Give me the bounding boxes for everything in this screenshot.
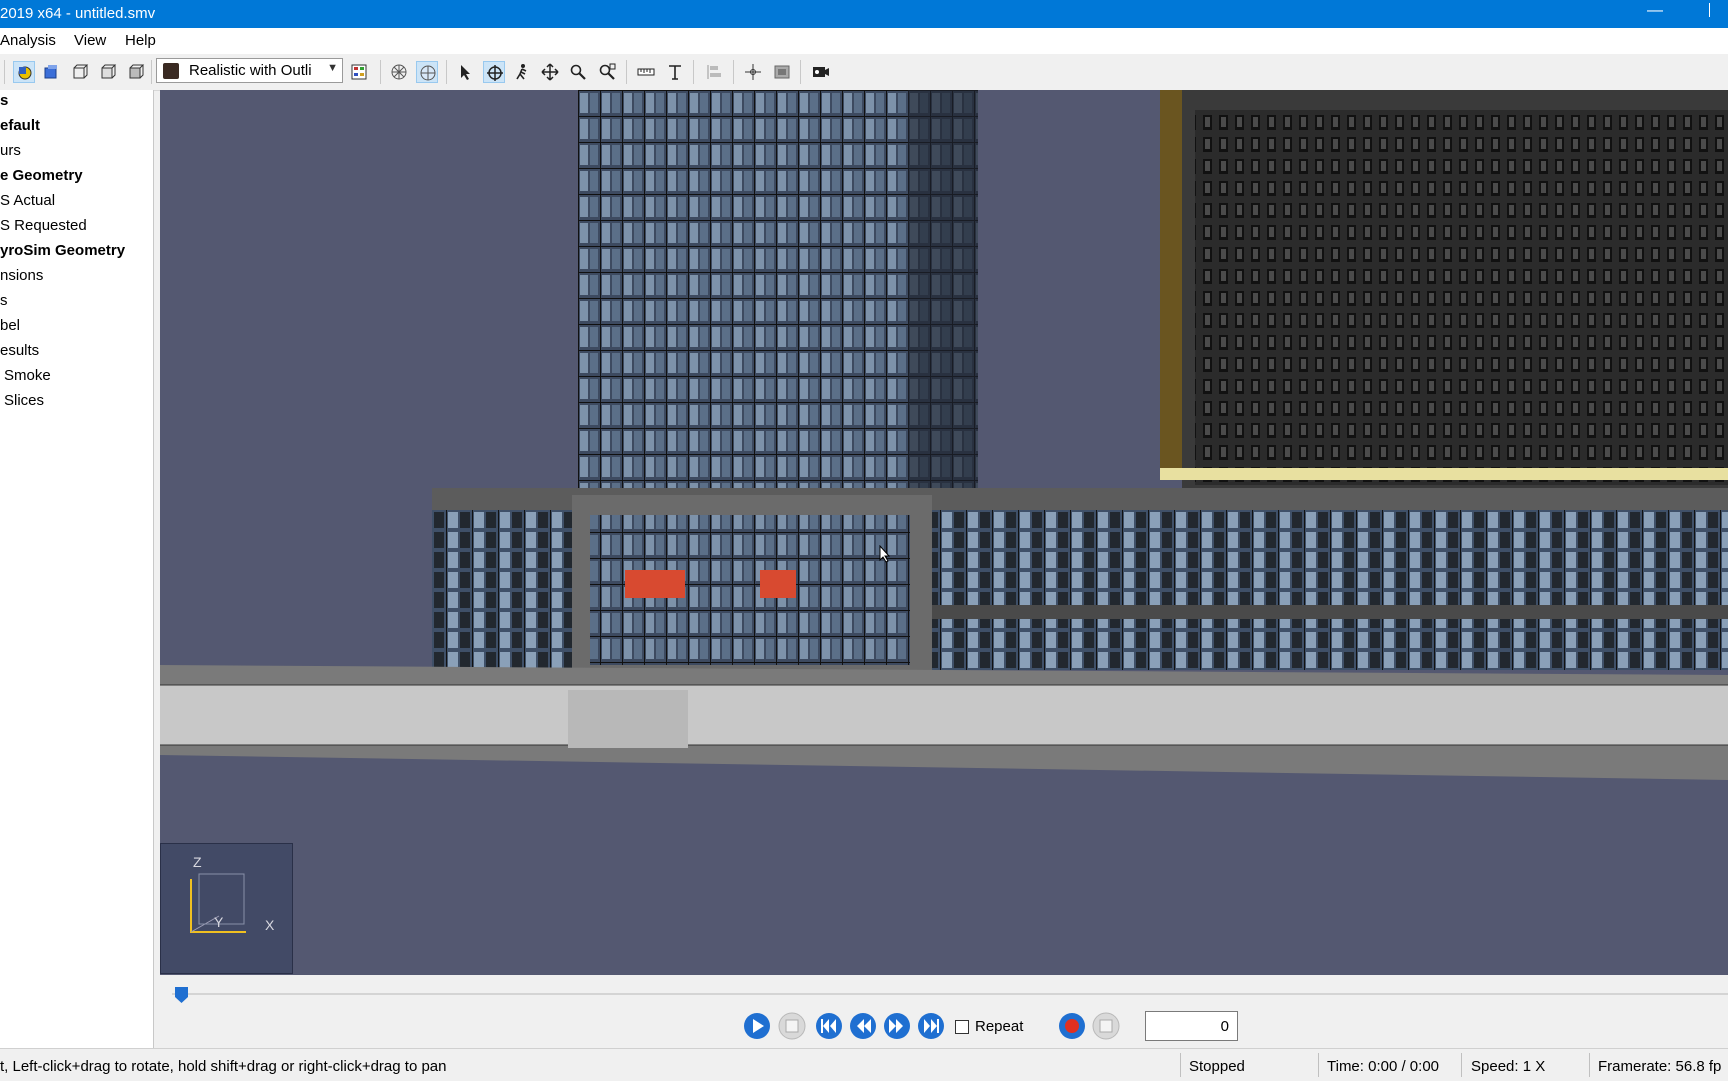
record-icon[interactable] (810, 61, 832, 83)
tree-item[interactable]: s (0, 292, 8, 309)
navigator-tree: s efault urs e Geometry S Actual S Reque… (0, 90, 154, 1048)
time-readout: Time: 0:00 / 0:00 (1327, 1058, 1440, 1075)
render-mode-select[interactable]: Realistic with Outli ▼ (156, 58, 343, 83)
blue-cube-icon[interactable] (40, 61, 62, 83)
axis-y-label: Y (214, 914, 224, 930)
3d-viewport[interactable] (160, 90, 1728, 975)
snapshot-icon[interactable] (771, 61, 793, 83)
minimize-icon[interactable]: — (1640, 2, 1670, 20)
status-divider (1589, 1053, 1590, 1077)
pan-icon[interactable] (539, 61, 561, 83)
tree-item-smoke-label: Smoke (4, 367, 51, 384)
record-button[interactable] (1057, 1011, 1087, 1041)
title-bar: 2019 x64 - untitled.smv — (0, 0, 1728, 28)
status-bar: t, Left-click+drag to rotate, hold shift… (0, 1048, 1728, 1081)
axes-gizmo-graphic (190, 873, 246, 933)
mouse-cursor-icon (879, 545, 891, 563)
zoom-box-icon[interactable] (596, 61, 618, 83)
toolbar-separator (151, 60, 152, 84)
speed-readout: Speed: 1 X (1471, 1058, 1546, 1075)
measure-icon[interactable] (635, 61, 657, 83)
render-mode-icon (163, 63, 179, 79)
step-back-button[interactable] (848, 1011, 878, 1041)
select-objects-icon[interactable] (13, 61, 35, 83)
solid-view-icon[interactable] (416, 61, 438, 83)
tree-item-actual[interactable]: S Actual (0, 192, 55, 209)
record-stop-button[interactable] (1091, 1011, 1121, 1041)
tree-item-default[interactable]: efault (0, 117, 40, 134)
pointer-icon[interactable] (454, 61, 476, 83)
status-hint: t, Left-click+drag to rotate, hold shift… (0, 1058, 447, 1075)
skip-to-start-button[interactable] (814, 1011, 844, 1041)
repeat-label: Repeat (975, 1018, 1024, 1035)
playback-state: Stopped (1189, 1058, 1245, 1075)
tree-item-geometry[interactable]: e Geometry (0, 167, 83, 184)
window-title: 2019 x64 - untitled.smv (0, 5, 156, 22)
cube-view-3-icon[interactable] (125, 61, 147, 83)
menu-analysis[interactable]: Analysis (0, 32, 56, 49)
cube-view-2-icon[interactable] (97, 61, 119, 83)
tree-item-pyrosim-geometry[interactable]: yroSim Geometry (0, 242, 125, 259)
status-divider (1461, 1053, 1462, 1077)
playback-controls: Repeat 0 (160, 1005, 1728, 1048)
timeline-slider[interactable] (160, 975, 1728, 1005)
toolbar-separator (800, 60, 801, 84)
menu-view[interactable]: View (74, 32, 106, 49)
menu-bar: Analysis View Help (0, 28, 1728, 55)
axes-gizmo: Z Y X (160, 843, 293, 974)
tree-item-results[interactable]: esults (0, 342, 39, 359)
play-button[interactable] (742, 1011, 772, 1041)
tree-item-label[interactable]: bel (0, 317, 20, 334)
frame-number-field[interactable]: 0 (1145, 1011, 1238, 1041)
timeline-track (172, 993, 1728, 995)
tree-item-slices-label: Slices (4, 392, 45, 409)
skip-to-end-button[interactable] (916, 1011, 946, 1041)
stop-button[interactable] (777, 1011, 807, 1041)
walk-icon[interactable] (511, 61, 533, 83)
menu-help[interactable]: Help (125, 32, 156, 49)
text-icon[interactable] (664, 61, 686, 83)
tree-item-contours[interactable]: urs (0, 142, 21, 159)
repeat-checkbox[interactable] (955, 1020, 969, 1034)
tree-item-requested[interactable]: S Requested (0, 217, 87, 234)
toolbar-separator (380, 60, 381, 84)
toolbar-separator (693, 60, 694, 84)
tree-item-dimensions[interactable]: nsions (0, 267, 43, 284)
axis-z-label: Z (193, 854, 202, 870)
maximize-icon[interactable] (1709, 3, 1726, 17)
step-forward-button[interactable] (882, 1011, 912, 1041)
framerate-readout: Framerate: 56.8 fp (1598, 1058, 1722, 1075)
toolbar-separator (446, 60, 447, 84)
orbit-icon[interactable] (483, 61, 505, 83)
chevron-down-icon: ▼ (327, 62, 338, 74)
toolbar-separator (4, 60, 5, 84)
toolbar-separator (626, 60, 627, 84)
status-divider (1318, 1053, 1319, 1077)
axis-x-label: X (265, 917, 275, 933)
color-palette-icon[interactable] (348, 61, 370, 83)
zoom-icon[interactable] (567, 61, 589, 83)
cube-view-1-icon[interactable] (69, 61, 91, 83)
tree-item-slices[interactable]: Slices (0, 392, 44, 409)
align-icon[interactable] (703, 61, 725, 83)
tree-item[interactable]: s (0, 92, 8, 109)
status-divider (1180, 1053, 1181, 1077)
wireframe-icon[interactable] (388, 61, 410, 83)
building-model-render (160, 90, 1728, 780)
toolbar-separator (733, 60, 734, 84)
center-icon[interactable] (742, 61, 764, 83)
render-mode-value: Realistic with Outli (189, 62, 312, 79)
timeline-thumb[interactable] (175, 987, 188, 1003)
tree-item-smoke[interactable]: Smoke (0, 367, 51, 384)
